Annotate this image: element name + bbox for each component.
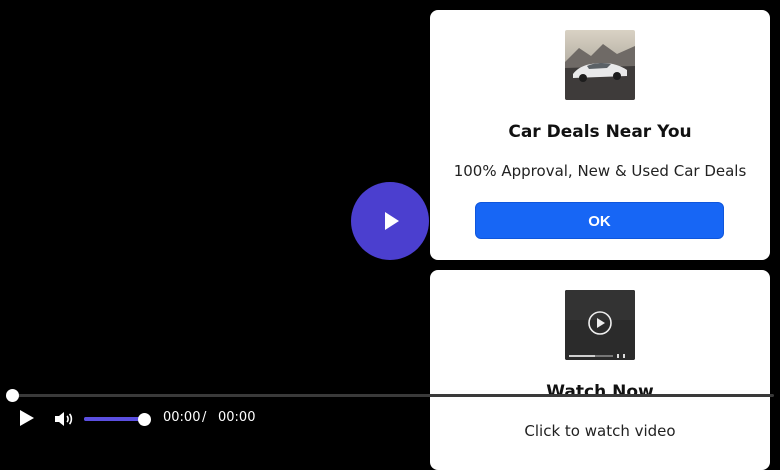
play-button[interactable]: [18, 408, 38, 430]
volume-slider[interactable]: [84, 417, 146, 421]
ad-title: Car Deals Near You: [508, 122, 692, 142]
video-thumbnail: [565, 290, 635, 360]
progress-bar[interactable]: [12, 394, 774, 397]
current-time: 00:00: [163, 410, 201, 425]
ad-description: Click to watch video: [524, 422, 676, 440]
car-photo: [565, 30, 635, 100]
play-icon: [20, 410, 34, 426]
volume-handle[interactable]: [138, 413, 151, 426]
play-icon: [385, 212, 399, 230]
time-separator: /: [202, 410, 207, 425]
ad-title: Watch Now: [546, 382, 654, 402]
ad-description: 100% Approval, New & Used Car Deals: [453, 162, 747, 180]
volume-icon: [55, 412, 73, 426]
duration: 00:00: [218, 410, 256, 425]
progress-handle[interactable]: [6, 389, 19, 402]
volume-level: [84, 417, 146, 421]
ad-card-car-deals[interactable]: Car Deals Near You 100% Approval, New & …: [430, 10, 770, 260]
volume-button[interactable]: [52, 408, 74, 430]
ok-button[interactable]: OK: [475, 202, 724, 239]
ad-card-watch-now[interactable]: Watch Now Click to watch video: [430, 270, 770, 470]
video-player[interactable]: Car Deals Near You 100% Approval, New & …: [0, 0, 780, 470]
big-play-button[interactable]: [351, 182, 429, 260]
